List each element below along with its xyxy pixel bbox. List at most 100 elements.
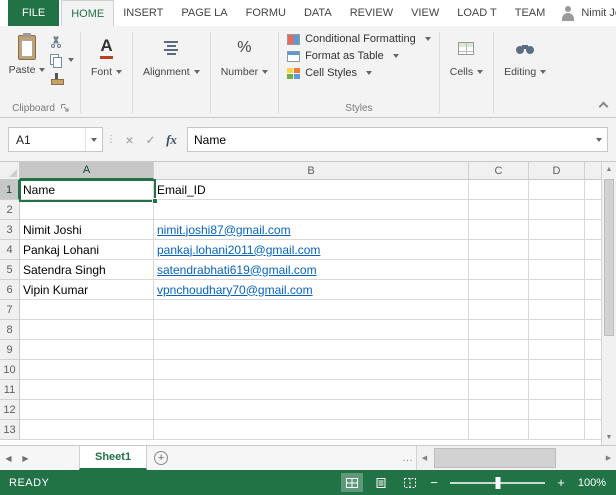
tab-data[interactable]: DATA [295,0,341,26]
cell-B1[interactable]: Email_ID [154,180,469,200]
scroll-right-icon[interactable] [601,454,616,462]
vertical-scroll-thumb[interactable] [604,179,614,336]
cell-partial-5[interactable] [585,260,601,280]
vertical-scroll-track[interactable] [602,177,616,430]
cell-D5[interactable] [529,260,585,280]
column-header-a[interactable]: A [20,162,154,180]
normal-view-button[interactable] [341,473,363,492]
page-break-preview-button[interactable] [399,473,421,492]
cell-C11[interactable] [469,380,529,400]
cell-C8[interactable] [469,320,529,340]
cell-A10[interactable] [20,360,154,380]
cell-C10[interactable] [469,360,529,380]
cell-A8[interactable] [20,320,154,340]
row-header-5[interactable]: 5 [0,260,20,280]
tab-formu[interactable]: FORMU [237,0,295,26]
clipboard-dialog-launcher[interactable] [60,103,70,113]
cell-B9[interactable] [154,340,469,360]
formula-input[interactable]: Name [187,127,608,152]
enter-button[interactable] [140,127,161,152]
cell-C4[interactable] [469,240,529,260]
cell-D12[interactable] [529,400,585,420]
cell-C6[interactable] [469,280,529,300]
format-painter-button[interactable] [50,71,74,85]
scroll-up-icon[interactable] [602,162,616,177]
cell-partial-8[interactable] [585,320,601,340]
font-group-button[interactable]: Font [85,29,128,78]
cell-D10[interactable] [529,360,585,380]
row-header-10[interactable]: 10 [0,360,20,380]
cell-C1[interactable] [469,180,529,200]
cell-A2[interactable] [20,200,154,220]
cell-partial-13[interactable] [585,420,601,440]
row-header-2[interactable]: 2 [0,200,20,220]
scroll-down-icon[interactable] [602,430,616,445]
tab-scroll-splitter[interactable] [402,452,413,464]
tab-team[interactable]: TEAM [506,0,555,26]
cell-C13[interactable] [469,420,529,440]
cells-group-button[interactable]: Cells [444,29,489,78]
cell-B2[interactable] [154,200,469,220]
cell-B5[interactable]: satendrabhati619@gmail.com [154,260,469,280]
horizontal-scroll-track[interactable] [432,446,601,470]
tab-load-t[interactable]: LOAD T [448,0,506,26]
cell-C5[interactable] [469,260,529,280]
cancel-button[interactable] [119,127,140,152]
cell-D6[interactable] [529,280,585,300]
cell-A11[interactable] [20,380,154,400]
cell-D4[interactable] [529,240,585,260]
cell-D8[interactable] [529,320,585,340]
cell-A12[interactable] [20,400,154,420]
cell-A13[interactable] [20,420,154,440]
row-header-4[interactable]: 4 [0,240,20,260]
email-link[interactable]: vpnchoudhary70@gmail.com [157,283,313,297]
horizontal-scroll-thumb[interactable] [434,448,556,468]
row-header-12[interactable]: 12 [0,400,20,420]
column-header-b[interactable]: B [154,162,469,180]
row-header-6[interactable]: 6 [0,280,20,300]
alignment-group-button[interactable]: Alignment [137,29,206,78]
cell-C2[interactable] [469,200,529,220]
email-link[interactable]: satendrabhati619@gmail.com [157,263,317,277]
cell-A3[interactable]: Nimit Joshi [20,220,154,240]
cell-A6[interactable]: Vipin Kumar [20,280,154,300]
cell-C7[interactable] [469,300,529,320]
cell-B8[interactable] [154,320,469,340]
cell-C3[interactable] [469,220,529,240]
row-header-7[interactable]: 7 [0,300,20,320]
tab-file[interactable]: FILE [8,0,60,26]
cell-B11[interactable] [154,380,469,400]
paste-button[interactable]: Paste [6,29,48,100]
cell-partial-9[interactable] [585,340,601,360]
row-header-9[interactable]: 9 [0,340,20,360]
email-link[interactable]: pankaj.lohani2011@gmail.com [157,243,320,257]
cell-partial-2[interactable] [585,200,601,220]
cell-partial-12[interactable] [585,400,601,420]
cell-D2[interactable] [529,200,585,220]
cell-D13[interactable] [529,420,585,440]
name-box-dropdown[interactable] [85,128,102,151]
cell-styles-button[interactable]: Cell Styles [283,66,435,80]
tab-home[interactable]: HOME [61,0,115,26]
column-header-d[interactable]: D [529,162,585,180]
name-box[interactable]: A1 [8,127,103,152]
editing-group-button[interactable]: Editing [498,29,552,78]
tab-page-la[interactable]: PAGE LA [172,0,236,26]
conditional-formatting-button[interactable]: Conditional Formatting [283,32,435,46]
cell-D9[interactable] [529,340,585,360]
cell-partial-1[interactable] [585,180,601,200]
page-layout-view-button[interactable] [370,473,392,492]
formula-bar-gripper[interactable] [103,134,119,145]
cell-D3[interactable] [529,220,585,240]
cell-B13[interactable] [154,420,469,440]
copy-button[interactable] [50,53,74,68]
zoom-slider[interactable] [450,476,545,489]
row-header-13[interactable]: 13 [0,420,20,440]
number-group-button[interactable]: Number [215,29,274,78]
select-all-corner[interactable] [0,162,20,180]
tab-insert[interactable]: INSERT [114,0,172,26]
sheet-nav-left-icon[interactable] [0,446,17,470]
cell-partial-4[interactable] [585,240,601,260]
zoom-in-button[interactable] [555,475,567,490]
cell-A9[interactable] [20,340,154,360]
